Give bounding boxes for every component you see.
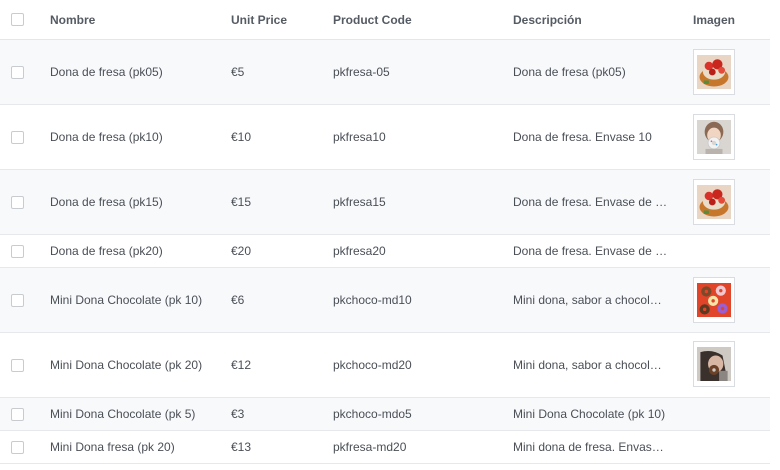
strawberry-donut-image (697, 185, 731, 219)
table-row[interactable]: Dona de fresa (pk15) €15 pkfresa15 Dona … (0, 170, 770, 235)
product-code: pkfresa20 (333, 244, 386, 258)
product-code: pkfresa-05 (333, 65, 390, 79)
table-row[interactable]: Mini Dona Chocolate (pk 10) €6 pkchoco-m… (0, 268, 770, 333)
product-name[interactable]: Dona de fresa (pk10) (50, 105, 225, 169)
row-checkbox[interactable] (11, 65, 24, 79)
product-thumbnail[interactable] (693, 49, 735, 95)
child-eating-donut-image (697, 120, 731, 154)
product-description: Dona de fresa (pk05) (513, 65, 626, 79)
product-name[interactable]: Dona de fresa (pk05) (50, 40, 225, 104)
table-row[interactable]: Mini Dona fresa (pk 20) €13 pkfresa-md20… (0, 431, 770, 464)
product-description: Mini dona, sabor a chocola… (513, 293, 668, 307)
product-code: pkchoco-md10 (333, 293, 412, 307)
product-name[interactable]: Mini Dona Chocolate (pk 5) (50, 398, 225, 430)
row-checkbox[interactable] (11, 195, 24, 209)
row-checkbox[interactable] (11, 358, 24, 372)
product-name[interactable]: Mini Dona Chocolate (pk 20) (50, 333, 225, 397)
product-description: Dona de fresa. Envase de 2… (513, 244, 668, 258)
table-row[interactable]: Mini Dona Chocolate (pk 5) €3 pkchoco-md… (0, 398, 770, 431)
product-price: €3 (231, 407, 245, 421)
select-all-checkbox[interactable] (11, 13, 24, 26)
mini-donuts-image (697, 283, 731, 317)
product-description: Mini dona de fresa. Envase … (513, 440, 668, 454)
product-price: €6 (231, 293, 245, 307)
row-checkbox[interactable] (11, 293, 24, 307)
row-checkbox[interactable] (11, 407, 24, 421)
product-code: pkfresa-md20 (333, 440, 407, 454)
product-price: €20 (231, 244, 252, 258)
product-code: pkfresa15 (333, 195, 386, 209)
product-thumbnail[interactable] (693, 179, 735, 225)
product-code: pkfresa10 (333, 130, 386, 144)
product-description: Mini Dona Chocolate (pk 10) (513, 407, 666, 421)
product-description: Dona de fresa. Envase de 15 (513, 195, 668, 209)
product-code: pkchoco-mdo5 (333, 407, 412, 421)
row-checkbox[interactable] (11, 440, 24, 454)
product-name[interactable]: Mini Dona fresa (pk 20) (50, 431, 225, 463)
column-header-description[interactable]: Descripción (513, 0, 673, 39)
product-price: €13 (231, 440, 252, 454)
product-price: €15 (231, 195, 252, 209)
product-thumbnail[interactable] (693, 114, 735, 160)
table-row[interactable]: Dona de fresa (pk10) €10 pkfresa10 Dona … (0, 105, 770, 170)
product-description: Mini dona, sabor a chocola… (513, 358, 668, 372)
product-name[interactable]: Dona de fresa (pk20) (50, 235, 225, 267)
table-header: Nombre Unit Price Product Code Descripci… (0, 0, 770, 40)
table-row[interactable]: Mini Dona Chocolate (pk 20) €12 pkchoco-… (0, 333, 770, 398)
column-header-product-code[interactable]: Product Code (333, 0, 503, 39)
product-name[interactable]: Mini Dona Chocolate (pk 10) (50, 268, 225, 332)
product-thumbnail[interactable] (693, 277, 735, 323)
row-checkbox[interactable] (11, 130, 24, 144)
strawberry-donut-image (697, 55, 731, 89)
table-row[interactable]: Dona de fresa (pk20) €20 pkfresa20 Dona … (0, 235, 770, 268)
product-name[interactable]: Dona de fresa (pk15) (50, 170, 225, 234)
products-table: Nombre Unit Price Product Code Descripci… (0, 0, 770, 464)
product-thumbnail[interactable] (693, 341, 735, 387)
product-description: Dona de fresa. Envase 10 (513, 130, 652, 144)
product-price: €12 (231, 358, 252, 372)
column-header-image[interactable]: Imagen (693, 0, 753, 39)
table-row[interactable]: Dona de fresa (pk05) €5 pkfresa-05 Dona … (0, 40, 770, 105)
product-price: €10 (231, 130, 252, 144)
row-checkbox[interactable] (11, 244, 24, 258)
column-header-name[interactable]: Nombre (50, 0, 225, 39)
column-header-unit-price[interactable]: Unit Price (231, 0, 326, 39)
product-price: €5 (231, 65, 245, 79)
person-eating-donut-image (697, 347, 731, 381)
product-code: pkchoco-md20 (333, 358, 412, 372)
